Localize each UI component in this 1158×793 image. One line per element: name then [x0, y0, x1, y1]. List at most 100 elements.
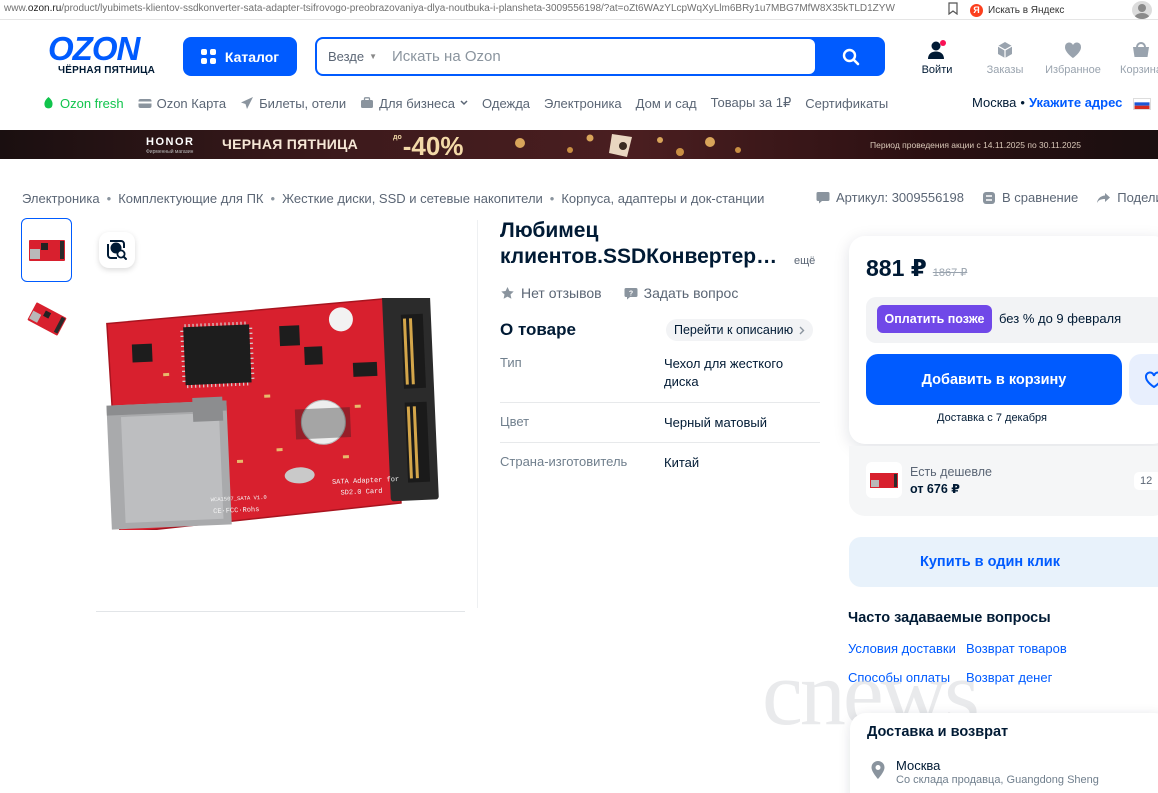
cheaper-count-badge: 12: [1134, 472, 1158, 490]
cheaper-price: от 676 ₽: [910, 482, 960, 496]
spec-row: Тип Чехол для жесткого диска: [500, 355, 820, 403]
gallery-thumbnail[interactable]: [21, 218, 72, 282]
spec-key: Страна-изготовитель: [500, 454, 628, 469]
banner-discount: до -40%: [393, 131, 463, 159]
cheaper-offer-image: [866, 462, 902, 498]
nav-item-electronics[interactable]: Электроника: [544, 96, 622, 111]
reviews-label: Нет отзывов: [521, 285, 602, 301]
russia-flag-icon[interactable]: [1133, 98, 1151, 110]
breadcrumb-item[interactable]: Жесткие диски, SSD и сетевые накопители: [282, 191, 543, 206]
browser-address-bar: www.ozon.ru/product/lyubimets-klientov-s…: [0, 0, 1158, 20]
search-button[interactable]: [833, 45, 869, 69]
address-link[interactable]: Укажите адрес: [1029, 95, 1122, 110]
compare-button[interactable]: В сравнение: [982, 190, 1078, 205]
url-domain: ozon.ru: [27, 3, 62, 14]
breadcrumb-item[interactable]: Комплектующие для ПК: [118, 191, 263, 206]
reviews-link[interactable]: Нет отзывов: [500, 285, 602, 301]
main-image-area[interactable]: SATA Adapter for SD2.0 Card CE·FCC·Rohs …: [85, 220, 478, 608]
search-input[interactable]: [392, 48, 792, 65]
breadcrumb-separator: •: [106, 191, 112, 206]
favorites-button[interactable]: Избранное: [1043, 40, 1103, 76]
add-to-favorites-button[interactable]: [1129, 354, 1158, 405]
faq-link-returns[interactable]: Возврат товаров: [966, 641, 1067, 656]
location-selector[interactable]: Москва • Укажите адрес: [972, 95, 1122, 110]
goto-description-label: Перейти к описанию: [674, 323, 794, 337]
ask-question-link[interactable]: ? Задать вопрос: [624, 285, 739, 301]
product-thumbnail-image: [27, 302, 66, 336]
goto-description-button[interactable]: Перейти к описанию: [666, 319, 814, 341]
add-to-cart-button[interactable]: Добавить в корзину: [866, 354, 1122, 405]
share-button[interactable]: Подели: [1096, 190, 1158, 205]
chevron-right-icon: [799, 326, 805, 334]
pay-later-button[interactable]: Оплатить позже: [877, 305, 992, 333]
banner-discount-prefix: до: [393, 134, 402, 141]
title-more-link[interactable]: ещё: [794, 255, 815, 267]
breadcrumb-item[interactable]: Электроника: [22, 191, 100, 206]
faq-link-delivery[interactable]: Условия доставки: [848, 641, 956, 656]
chevron-down-icon: ▼: [369, 52, 378, 61]
faq-heading: Часто задаваемые вопросы: [848, 610, 1051, 626]
leaf-icon: [44, 97, 53, 109]
buy-one-click-button[interactable]: Купить в один клик: [849, 537, 1158, 587]
catalog-button[interactable]: Каталог: [183, 37, 297, 76]
cart-label: Корзина: [1120, 64, 1158, 76]
card-icon: [138, 98, 152, 108]
login-button[interactable]: Войти: [907, 40, 967, 76]
yandex-search-button[interactable]: Я Искать в Яндекс: [970, 2, 1064, 18]
nav-item-business[interactable]: Для бизнеса: [360, 96, 468, 111]
product-title-line: клиентов.SSDКонвертер SATA: [500, 245, 782, 268]
gallery-thumbnail[interactable]: [21, 287, 72, 351]
heart-icon: [1064, 42, 1082, 58]
search-scope-select[interactable]: Везде ▼: [317, 49, 392, 64]
browser-profile-icon[interactable]: [1132, 1, 1152, 19]
ozon-logo[interactable]: OZON ЧЁРНАЯ ПЯТНИЦА: [48, 30, 166, 78]
heart-outline-icon: [1145, 371, 1158, 388]
spec-row: Страна-изготовитель Китай: [500, 454, 820, 476]
pay-later-text: без % до 9 февраля: [999, 311, 1122, 326]
nav-item-one-ruble[interactable]: Товары за 1₽: [711, 95, 792, 111]
compare-label: В сравнение: [1002, 190, 1079, 205]
nav-item-ozon-card[interactable]: Ozon Карта: [138, 96, 226, 111]
logo-subtitle: ЧЁРНАЯ ПЯТНИЦА: [58, 65, 156, 76]
spec-value: Черный матовый: [664, 415, 767, 430]
faq-link-refund[interactable]: Возврат денег: [966, 670, 1052, 685]
banner-decoration-icon: [515, 134, 741, 157]
nav-item-clothes[interactable]: Одежда: [482, 96, 530, 111]
nav-item-tickets[interactable]: Билеты, отели: [240, 96, 346, 111]
product-title: Любимец клиентов.SSDКонвертер SATA: [500, 218, 782, 272]
dot-separator: •: [1020, 95, 1025, 110]
faq-link-payment[interactable]: Способы оплаты: [848, 670, 950, 685]
old-price: 1867 ₽: [932, 267, 968, 279]
bookmark-icon[interactable]: [948, 2, 958, 15]
breadcrumb-item[interactable]: Корпуса, адаптеры и док-станции: [561, 191, 764, 206]
banner-brand: HONOR Фирменный магазин: [146, 136, 194, 155]
box-icon: [997, 42, 1013, 58]
article-copy[interactable]: Артикул: 3009556198: [816, 190, 964, 205]
yandex-logo-icon: Я: [970, 3, 983, 17]
plane-icon: [241, 97, 254, 109]
ask-question-label: Задать вопрос: [643, 285, 739, 301]
star-icon: [501, 287, 514, 299]
nav-label: Билеты, отели: [259, 95, 347, 111]
banner-brand-sub: Фирменный магазин: [146, 149, 194, 155]
user-icon: [928, 40, 946, 59]
nav-label: Сертификаты: [805, 95, 889, 111]
url-text[interactable]: www.ozon.ru/product/lyubimets-klientov-s…: [4, 3, 895, 14]
banner-discount-value: -40%: [402, 131, 464, 159]
orders-button[interactable]: Заказы: [975, 40, 1035, 76]
reviews-row: Нет отзывов ? Задать вопрос: [500, 285, 738, 301]
favorites-label: Избранное: [1045, 64, 1101, 76]
breadcrumb-separator: •: [549, 191, 555, 206]
nav-item-home-garden[interactable]: Дом и сад: [636, 96, 697, 111]
product-title-line: Любимец: [500, 219, 599, 242]
search-icon: [842, 48, 860, 66]
image-search-button[interactable]: [99, 232, 135, 268]
nav-item-certificates[interactable]: Сертификаты: [805, 96, 888, 111]
delivery-city[interactable]: Москва: [896, 758, 940, 773]
cart-button[interactable]: Корзина: [1111, 40, 1158, 76]
breadcrumb: Электроника • Комплектующие для ПК • Жестк…: [22, 191, 764, 206]
promo-banner[interactable]: HONOR Фирменный магазин ЧЕРНАЯ ПЯТНИЦА до…: [0, 130, 1158, 159]
nav-item-ozon-fresh[interactable]: Ozon fresh: [42, 96, 124, 111]
chevron-down-icon: [460, 100, 468, 106]
logo-text: OZON: [48, 30, 140, 67]
